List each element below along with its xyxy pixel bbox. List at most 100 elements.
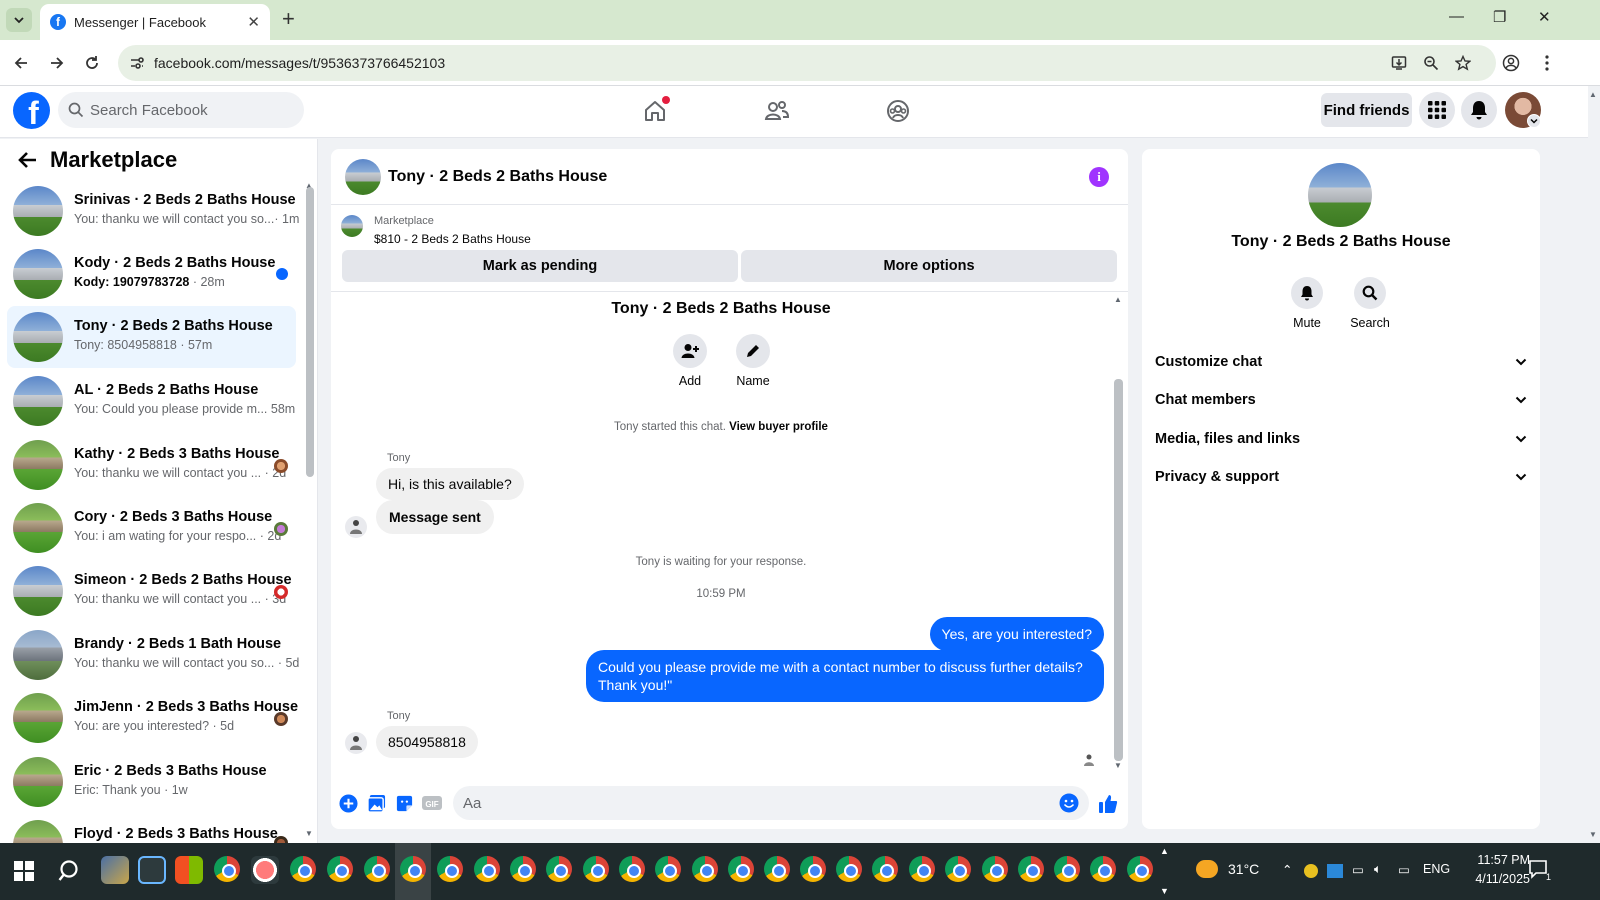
message-input[interactable] (463, 794, 1053, 812)
windows-start-icon[interactable] (14, 861, 34, 881)
chrome-taskbar-icon[interactable] (364, 856, 390, 882)
search-action[interactable]: Search (1340, 277, 1400, 330)
back-arrow-button[interactable] (16, 148, 40, 172)
sticker-icon[interactable] (394, 793, 414, 813)
taskbar-app-icon[interactable] (138, 856, 166, 884)
chrome-taskbar-icon[interactable] (1018, 856, 1044, 882)
page-scroll-down-arrow[interactable]: ▼ (1589, 830, 1597, 839)
close-window-icon[interactable]: ✕ (1538, 8, 1551, 26)
profile-account-icon[interactable] (1500, 52, 1522, 74)
chrome-taskbar-icon[interactable] (290, 856, 316, 882)
add-action[interactable]: Add (660, 334, 720, 388)
address-bar[interactable]: facebook.com/messages/t/9536373766452103 (118, 45, 1496, 81)
chrome-taskbar-icon[interactable] (909, 856, 935, 882)
chrome-taskbar-icon[interactable] (1127, 856, 1153, 882)
conversation-item[interactable]: Kathy · 2 Beds 3 Baths House You: thanku… (7, 434, 296, 496)
facebook-search-box[interactable] (58, 92, 304, 128)
browser-tab-active[interactable]: f Messenger | Facebook ✕ (40, 4, 270, 40)
sidebar-scrollbar[interactable] (306, 187, 314, 477)
chrome-taskbar-icon[interactable] (583, 856, 609, 882)
taskbar-search-icon[interactable] (58, 858, 84, 884)
reload-button[interactable] (81, 52, 103, 74)
chrome-taskbar-icon[interactable] (437, 856, 463, 882)
taskbar-app-icon[interactable] (101, 856, 129, 884)
message-incoming[interactable]: 8504958818 (376, 726, 478, 758)
conversation-item[interactable]: Floyd · 2 Beds 3 Baths House (7, 814, 296, 843)
tray-app-icon[interactable] (1327, 864, 1343, 878)
site-info-icon[interactable] (126, 52, 148, 74)
media-files-links-row[interactable]: Media, files and links (1155, 421, 1527, 457)
find-friends-button[interactable]: Find friends (1321, 93, 1412, 127)
install-app-icon[interactable] (1388, 52, 1410, 74)
chrome-taskbar-icon[interactable] (836, 856, 862, 882)
message-outgoing[interactable]: Could you please provide me with a conta… (586, 650, 1104, 702)
conversation-item[interactable]: AL · 2 Beds 2 Baths House You: Could you… (7, 370, 296, 432)
chrome-taskbar-icon[interactable] (982, 856, 1008, 882)
chat-scroll-up-arrow[interactable]: ▲ (1114, 295, 1122, 304)
tab-close-icon[interactable]: ✕ (247, 13, 260, 31)
notifications-button[interactable] (1461, 92, 1497, 128)
chrome-taskbar-icon[interactable] (327, 856, 353, 882)
customize-chat-row[interactable]: Customize chat (1155, 344, 1527, 380)
menu-grid-button[interactable] (1419, 92, 1455, 128)
page-scroll-up-arrow[interactable]: ▲ (1589, 90, 1597, 99)
volume-icon[interactable]: 🔈︎ (1374, 862, 1382, 877)
chrome-taskbar-icon[interactable] (1054, 856, 1080, 882)
taskbar-scroll-up[interactable]: ▲ (1160, 846, 1169, 856)
browser-menu-icon[interactable] (1536, 52, 1558, 74)
conversation-item[interactable]: Srinivas · 2 Beds 2 Baths House You: tha… (7, 180, 299, 242)
restore-icon[interactable]: ❐ (1493, 8, 1506, 26)
facebook-logo[interactable]: f (13, 92, 50, 129)
chrome-taskbar-icon[interactable] (546, 856, 572, 882)
message-incoming[interactable]: Hi, is this available? (376, 468, 524, 500)
message-sent-card[interactable]: Message sent (376, 500, 494, 534)
mute-action[interactable]: Mute (1277, 277, 1337, 330)
chrome-taskbar-icon[interactable] (474, 856, 500, 882)
conversation-item[interactable]: Kody · 2 Beds 2 Baths House Kody: 190797… (7, 243, 296, 305)
chat-members-row[interactable]: Chat members (1155, 382, 1527, 418)
chrome-taskbar-icon[interactable] (728, 856, 754, 882)
view-buyer-profile-link[interactable]: View buyer profile (729, 421, 828, 433)
account-chevron-icon[interactable] (1527, 114, 1541, 128)
conversation-item[interactable]: JimJenn · 2 Beds 3 Baths House You: are … (7, 687, 298, 749)
chrome-taskbar-icon[interactable] (692, 856, 718, 882)
taskbar-scroll-down[interactable]: ▼ (1160, 886, 1169, 896)
chat-scrollbar[interactable] (1114, 379, 1123, 761)
chrome-taskbar-icon[interactable] (619, 856, 645, 882)
photo-icon[interactable] (366, 793, 386, 813)
mark-as-pending-button[interactable]: Mark as pending (342, 250, 738, 282)
network-icon[interactable]: ▭ (1398, 862, 1410, 877)
chrome-taskbar-icon[interactable] (400, 856, 426, 882)
chrome-taskbar-icon[interactable] (1090, 856, 1116, 882)
taskbar-app-icon[interactable] (251, 856, 279, 884)
nav-home[interactable] (640, 96, 670, 126)
back-button[interactable] (10, 52, 32, 74)
zoom-icon[interactable] (1420, 52, 1442, 74)
chat-title[interactable]: Tony · 2 Beds 2 Baths House (388, 168, 607, 186)
new-tab-button[interactable]: + (282, 8, 295, 30)
nav-groups[interactable] (883, 96, 913, 126)
system-clock[interactable]: 11:57 PM 4/11/2025 (1450, 851, 1530, 889)
info-icon[interactable]: i (1089, 167, 1109, 187)
more-options-button[interactable]: More options (741, 250, 1117, 282)
chrome-taskbar-icon[interactable] (764, 856, 790, 882)
forward-button[interactable] (46, 52, 68, 74)
chrome-taskbar-icon[interactable] (655, 856, 681, 882)
chat-scroll-down-arrow[interactable]: ▼ (1114, 761, 1122, 770)
gif-icon[interactable]: GIF (422, 793, 442, 813)
weather-widget[interactable]: 31°C (1196, 860, 1259, 878)
conversation-item-active[interactable]: Tony · 2 Beds 2 Baths House Tony: 850495… (7, 306, 296, 368)
tray-overflow-icon[interactable]: ⌃ (1282, 862, 1292, 877)
scroll-down-arrow[interactable]: ▼ (305, 829, 313, 838)
conversation-item[interactable]: Simeon · 2 Beds 2 Baths House You: thank… (7, 560, 296, 622)
facebook-search-input[interactable] (90, 101, 290, 119)
chat-avatar[interactable] (345, 159, 381, 195)
language-indicator[interactable]: ENG (1423, 862, 1450, 876)
name-action[interactable]: Name (723, 334, 783, 388)
tab-search-button[interactable] (6, 8, 32, 32)
minimize-icon[interactable]: — (1449, 8, 1464, 25)
conversation-item[interactable]: Eric · 2 Beds 3 Baths House Eric: Thank … (7, 751, 296, 813)
nav-friends[interactable] (762, 96, 792, 126)
chrome-taskbar-icon[interactable] (510, 856, 536, 882)
notification-center-icon[interactable]: 1 (1527, 858, 1551, 882)
